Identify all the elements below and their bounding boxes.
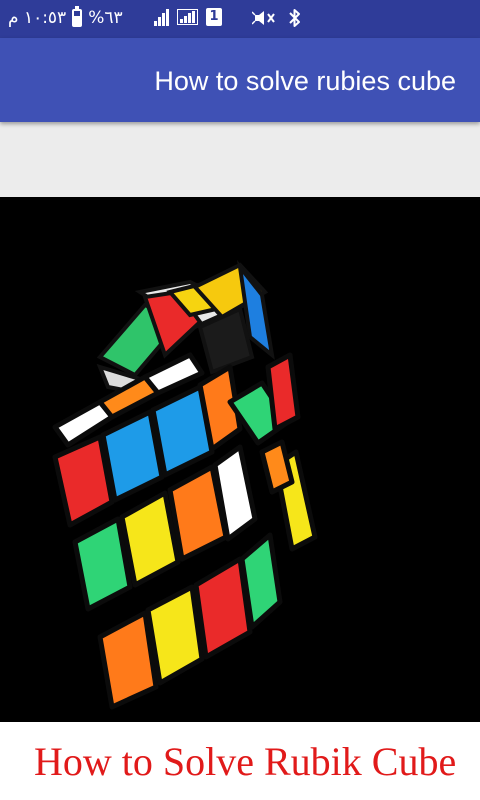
battery-icon	[72, 6, 83, 27]
app-bar: How to solve rubies cube	[0, 38, 480, 122]
rubiks-cube-illustration	[0, 197, 480, 722]
battery-percent: %٦٣	[88, 8, 123, 28]
status-left: ١٠:٥٣ م %٦٣	[8, 6, 123, 28]
signal-icon	[154, 8, 169, 26]
caption-text: How to Solve Rubik Cube	[34, 739, 457, 784]
sim-icon: 1	[206, 8, 222, 26]
status-bar: ١٠:٥٣ م %٦٣ 1	[0, 0, 480, 38]
signal-group: 1	[154, 8, 222, 26]
mute-icon	[251, 9, 278, 32]
bluetooth-icon	[288, 8, 302, 33]
rubiks-cube-image	[0, 197, 480, 722]
status-right	[251, 8, 302, 33]
signal-icon-secondary	[177, 9, 198, 25]
clock-text: ١٠:٥٣ م	[8, 8, 67, 28]
caption-banner: How to Solve Rubik Cube	[0, 722, 480, 800]
app-title: How to solve rubies cube	[154, 66, 456, 96]
